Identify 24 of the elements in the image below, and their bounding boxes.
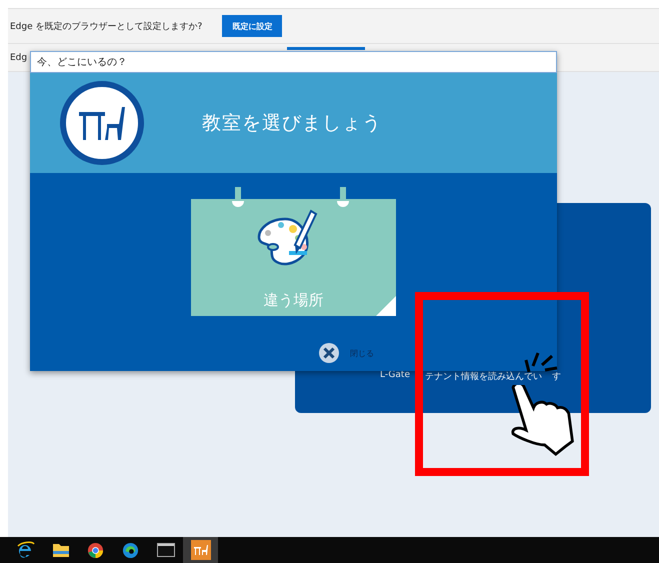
infobar-message: Edg (10, 52, 28, 62)
card-label: 違う場所 (264, 291, 324, 310)
folder-icon (52, 542, 70, 558)
status-text: テナント情報を読み込んでい (425, 370, 542, 383)
close-icon (318, 342, 340, 364)
status-text: す (552, 371, 561, 383)
folded-corner-icon (376, 296, 396, 316)
taskbar-app[interactable] (183, 537, 218, 563)
desk-chair-icon (190, 540, 210, 560)
status-text: L-Gate (380, 370, 410, 382)
set-default-button[interactable]: 既定に設定 (222, 15, 282, 37)
infobar-message: Edge を既定のブラウザーとして設定しますか? (10, 20, 202, 32)
ring-icon (231, 187, 245, 207)
browser-icon (87, 542, 104, 558)
wave-icon (122, 542, 139, 558)
desk-chair-icon (60, 81, 144, 165)
ring-icon (336, 187, 350, 207)
location-card[interactable]: 違う場所 (191, 199, 396, 316)
tap-lines-icon (522, 352, 558, 374)
dialog-heading: 教室を選びましょう (202, 111, 382, 136)
close-button[interactable]: 閉じる (318, 342, 374, 364)
terminal-icon (156, 543, 174, 557)
dialog-title: 今、どこにいるの？ (37, 56, 127, 69)
letter-e-icon (16, 541, 34, 559)
